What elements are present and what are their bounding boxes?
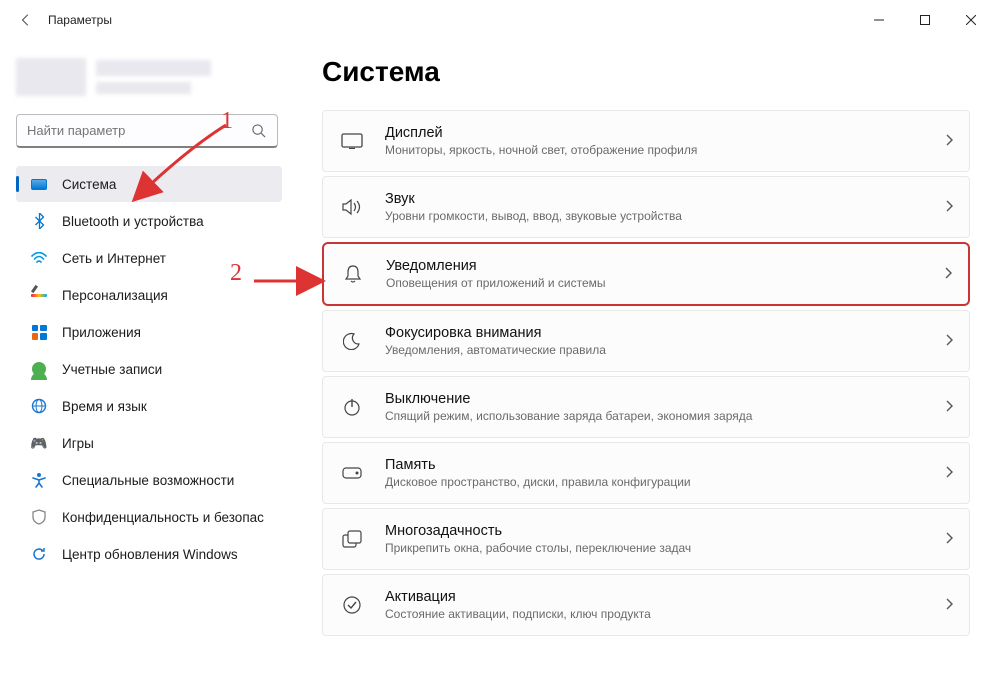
sidebar: Система Bluetooth и устройства Сеть и Ин… xyxy=(0,40,290,682)
maximize-button[interactable] xyxy=(902,4,948,36)
accounts-icon xyxy=(30,360,48,378)
page-title: Система xyxy=(322,56,970,88)
power-icon xyxy=(341,396,363,418)
card-power[interactable]: Выключение Спящий режим, использование з… xyxy=(322,376,970,438)
card-subtitle: Мониторы, яркость, ночной свет, отображе… xyxy=(385,143,945,157)
sidebar-item-bluetooth[interactable]: Bluetooth и устройства xyxy=(16,203,282,239)
sidebar-item-accessibility[interactable]: Специальные возможности xyxy=(16,462,282,498)
card-notifications[interactable]: Уведомления Оповещения от приложений и с… xyxy=(322,242,970,306)
card-subtitle: Уровни громкости, вывод, ввод, звуковые … xyxy=(385,209,945,223)
sidebar-item-label: Сеть и Интернет xyxy=(62,251,166,266)
sidebar-item-system[interactable]: Система xyxy=(16,166,282,202)
sidebar-item-label: Учетные записи xyxy=(62,362,162,377)
update-icon xyxy=(30,545,48,563)
chevron-right-icon xyxy=(945,531,953,547)
card-focus-assist[interactable]: Фокусировка внимания Уведомления, автома… xyxy=(322,310,970,372)
chevron-right-icon xyxy=(944,266,952,282)
search-icon xyxy=(251,123,267,139)
sidebar-item-label: Bluetooth и устройства xyxy=(62,214,204,229)
sidebar-item-label: Приложения xyxy=(62,325,141,340)
chevron-right-icon xyxy=(945,465,953,481)
sidebar-item-label: Время и язык xyxy=(62,399,147,414)
privacy-icon xyxy=(30,508,48,526)
sidebar-item-personalization[interactable]: Персонализация xyxy=(16,277,282,313)
bluetooth-icon xyxy=(30,212,48,230)
sidebar-item-label: Игры xyxy=(62,436,94,451)
card-multitasking[interactable]: Многозадачность Прикрепить окна, рабочие… xyxy=(322,508,970,570)
moon-icon xyxy=(341,330,363,352)
card-storage[interactable]: Память Дисковое пространство, диски, пра… xyxy=(322,442,970,504)
network-icon xyxy=(30,249,48,267)
chevron-right-icon xyxy=(945,199,953,215)
card-subtitle: Прикрепить окна, рабочие столы, переключ… xyxy=(385,541,945,555)
chevron-right-icon xyxy=(945,333,953,349)
window-title: Параметры xyxy=(48,13,112,27)
card-display[interactable]: Дисплей Мониторы, яркость, ночной свет, … xyxy=(322,110,970,172)
card-subtitle: Дисковое пространство, диски, правила ко… xyxy=(385,475,945,489)
card-subtitle: Оповещения от приложений и системы xyxy=(386,276,944,290)
card-subtitle: Спящий режим, использование заряда батар… xyxy=(385,409,945,423)
multitasking-icon xyxy=(341,528,363,550)
card-title: Многозадачность xyxy=(385,523,945,539)
card-sound[interactable]: Звук Уровни громкости, вывод, ввод, звук… xyxy=(322,176,970,238)
card-title: Уведомления xyxy=(386,258,944,274)
chevron-right-icon xyxy=(945,597,953,613)
card-title: Выключение xyxy=(385,391,945,407)
card-subtitle: Уведомления, автоматические правила xyxy=(385,343,945,357)
display-icon xyxy=(341,130,363,152)
nav-list: Система Bluetooth и устройства Сеть и Ин… xyxy=(16,166,282,572)
sidebar-item-windows-update[interactable]: Центр обновления Windows xyxy=(16,536,282,572)
main-panel: Система Дисплей Мониторы, яркость, ночно… xyxy=(290,40,994,682)
chevron-right-icon xyxy=(945,399,953,415)
gaming-icon: 🎮 xyxy=(30,434,48,452)
sidebar-item-privacy[interactable]: Конфиденциальность и безопас xyxy=(16,499,282,535)
card-activation[interactable]: Активация Состояние активации, подписки,… xyxy=(322,574,970,636)
search-input-wrapper[interactable] xyxy=(16,114,278,148)
sound-icon xyxy=(341,196,363,218)
sidebar-item-label: Персонализация xyxy=(62,288,168,303)
close-button[interactable] xyxy=(948,4,994,36)
accessibility-icon xyxy=(30,471,48,489)
bell-icon xyxy=(342,263,364,285)
system-icon xyxy=(30,175,48,193)
sidebar-item-apps[interactable]: Приложения xyxy=(16,314,282,350)
sidebar-item-network[interactable]: Сеть и Интернет xyxy=(16,240,282,276)
titlebar: Параметры xyxy=(0,0,994,40)
minimize-button[interactable] xyxy=(856,4,902,36)
apps-icon xyxy=(30,323,48,341)
sidebar-item-gaming[interactable]: 🎮 Игры xyxy=(16,425,282,461)
sidebar-item-label: Специальные возможности xyxy=(62,473,234,488)
activation-icon xyxy=(341,594,363,616)
sidebar-item-label: Конфиденциальность и безопас xyxy=(62,510,264,525)
card-title: Фокусировка внимания xyxy=(385,325,945,341)
sidebar-item-label: Центр обновления Windows xyxy=(62,547,238,562)
back-button[interactable] xyxy=(8,2,44,38)
sidebar-item-accounts[interactable]: Учетные записи xyxy=(16,351,282,387)
chevron-right-icon xyxy=(945,133,953,149)
user-profile-block[interactable] xyxy=(16,52,282,102)
card-subtitle: Состояние активации, подписки, ключ прод… xyxy=(385,607,945,621)
card-title: Звук xyxy=(385,191,945,207)
card-title: Активация xyxy=(385,589,945,605)
sidebar-item-time-language[interactable]: Время и язык xyxy=(16,388,282,424)
search-input[interactable] xyxy=(27,123,251,138)
sidebar-item-label: Система xyxy=(62,177,116,192)
card-title: Дисплей xyxy=(385,125,945,141)
storage-icon xyxy=(341,462,363,484)
time-icon xyxy=(30,397,48,415)
card-title: Память xyxy=(385,457,945,473)
personalization-icon xyxy=(30,286,48,304)
